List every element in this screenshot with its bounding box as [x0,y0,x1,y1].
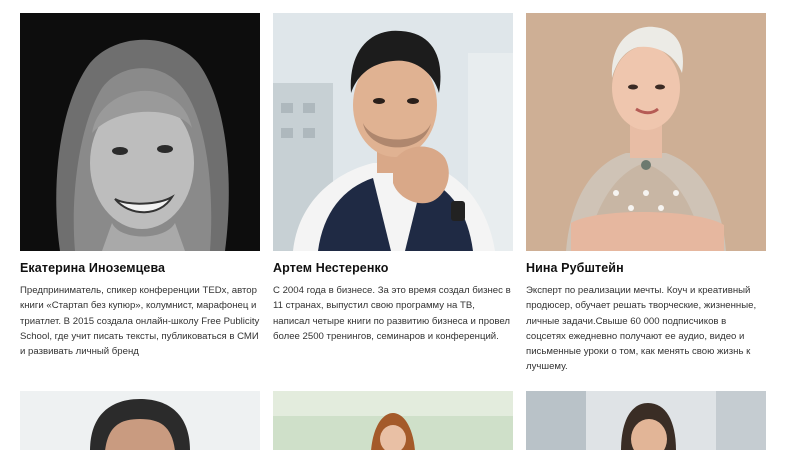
speaker-card[interactable]: Нина Рубштейн Эксперт по реализации мечт… [526,13,766,375]
speaker-name: Екатерина Иноземцева [20,261,166,275]
speaker-photo[interactable] [20,391,260,450]
speaker-photo[interactable] [273,391,513,450]
speaker-bio: Эксперт по реализации мечты. Коуч и креа… [526,285,757,373]
speaker-bio: С 2004 года в бизнесе. За это время созд… [273,285,511,342]
speaker-photo[interactable] [526,391,766,450]
speakers-grid: Екатерина Иноземцева Предприниматель, сп… [20,13,766,375]
speaker-name: Артем Нестеренко [273,261,389,275]
speaker-card[interactable]: Артем Нестеренко С 2004 года в бизнесе. … [273,13,513,375]
speakers-grid-row-2 [20,391,766,450]
speakers-page: Екатерина Иноземцева Предприниматель, сп… [0,0,800,450]
speaker-name: Нина Рубштейн [526,261,624,275]
speaker-photo[interactable] [526,13,766,251]
speaker-photo[interactable] [273,13,513,251]
speaker-card[interactable]: Екатерина Иноземцева Предприниматель, сп… [20,13,260,375]
speaker-bio: Предприниматель, спикер конференции TEDx… [20,285,260,358]
speaker-photo[interactable] [20,13,260,251]
